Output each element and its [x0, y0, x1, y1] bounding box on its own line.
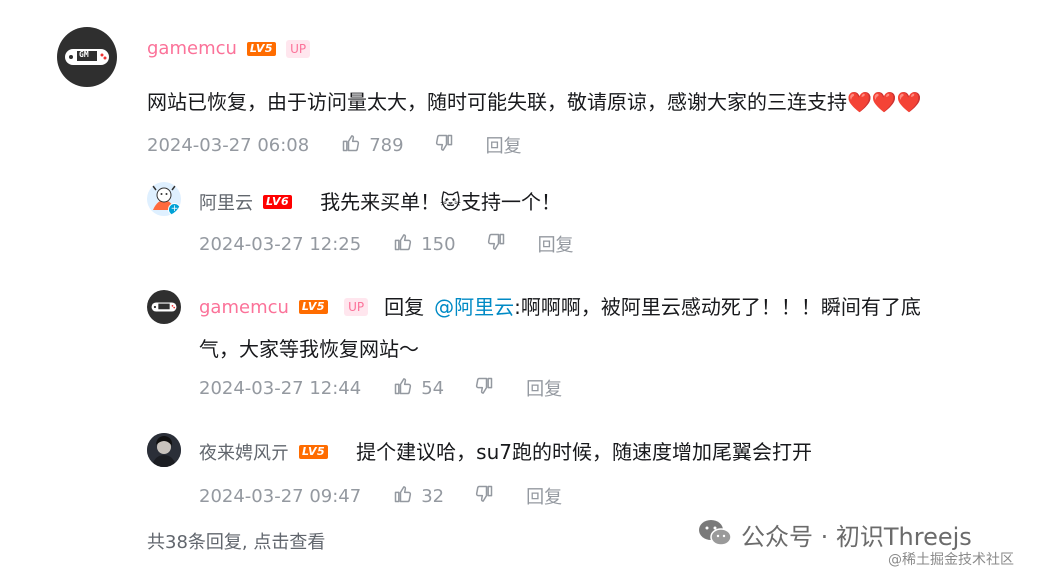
like-count: 150 [421, 233, 456, 255]
reply-meta: 2024-03-27 09:47 32 回复 [199, 483, 562, 509]
reply-meta: 2024-03-27 12:44 54 回复 [199, 375, 562, 401]
like-count: 54 [421, 377, 445, 399]
gamepad-icon [151, 302, 177, 312]
level-badge: LV6 [263, 195, 293, 209]
like-count: 789 [369, 134, 404, 156]
reply-text: 我先来买单！🐱支持一个！ [320, 190, 562, 214]
reply-button[interactable]: 回复 [538, 231, 574, 257]
avatar[interactable]: GM [57, 27, 117, 87]
level-badge: LV5 [246, 41, 277, 56]
reply-text-line2: 气，大家等我恢复网站～ [199, 337, 419, 361]
reply-header: 夜来娉风亓 LV5 提个建议哈，su7跑的时候，随速度增加尾翼会打开 [199, 438, 812, 466]
username[interactable]: gamemcu [199, 297, 289, 318]
up-badge: UP [344, 298, 369, 316]
dislike-icon[interactable] [434, 133, 454, 157]
reply-text: 提个建议哈，su7跑的时候，随速度增加尾翼会打开 [356, 440, 812, 464]
portrait-avatar-icon [147, 433, 181, 467]
comment-time: 2024-03-27 09:47 [199, 485, 362, 507]
comment-time: 2024-03-27 12:44 [199, 377, 362, 399]
reply-text-line1: :啊啊啊，被阿里云感动死了！！！瞬间有了底 [514, 295, 921, 319]
dislike-icon[interactable] [486, 232, 506, 256]
comment-time: 2024-03-27 12:25 [199, 233, 362, 255]
main-comment-header: gamemcu LV5 UP [147, 38, 311, 59]
mention-link[interactable]: @阿里云 [434, 293, 514, 321]
up-badge: UP [286, 39, 311, 58]
watermark: 公众号 · 初识Threejs [697, 517, 972, 552]
reply-button[interactable]: 回复 [486, 132, 522, 158]
reply-button[interactable]: 回复 [526, 375, 562, 401]
username[interactable]: 阿里云 [199, 189, 253, 215]
dislike-icon[interactable] [474, 376, 494, 400]
watermark-source: @稀土掘金技术社区 [888, 552, 1014, 568]
dislike-icon[interactable] [474, 484, 494, 508]
comment-text: 网站已恢复，由于访问量太大，随时可能失联，敬请原谅，感谢大家的三连支持❤️❤️❤… [147, 90, 922, 114]
wechat-icon [697, 518, 733, 552]
reply-button[interactable]: 回复 [526, 483, 562, 509]
reply-meta: 2024-03-27 12:25 150 回复 [199, 231, 574, 257]
level-badge: LV5 [298, 300, 329, 314]
reply-header: gamemcu LV5 UP 回复 @阿里云 :啊啊啊，被阿里云感动死了！！！瞬… [199, 293, 921, 321]
comment-meta: 2024-03-27 06:08 789 回复 [147, 132, 522, 158]
watermark-text: 公众号 · 初识Threejs [741, 523, 972, 551]
like-count: 32 [421, 485, 445, 507]
username[interactable]: 夜来娉风亓 [199, 439, 289, 465]
avatar[interactable]: + [147, 182, 181, 216]
avatar-label: GM [79, 50, 89, 59]
reply-prefix: 回复 [384, 295, 425, 319]
like-icon[interactable] [393, 376, 413, 400]
level-badge: LV5 [299, 445, 329, 459]
reply-header: 阿里云 LV6 我先来买单！🐱支持一个！ [199, 188, 561, 216]
like-icon[interactable] [393, 484, 413, 508]
avatar[interactable] [147, 290, 181, 324]
username[interactable]: gamemcu [147, 38, 237, 59]
comment-time: 2024-03-27 06:08 [147, 134, 310, 156]
avatar[interactable] [147, 433, 181, 467]
like-icon[interactable] [393, 232, 413, 256]
view-all-replies-link[interactable]: 共38条回复, 点击查看 [147, 528, 325, 554]
verified-icon: + [168, 203, 181, 216]
like-icon[interactable] [341, 133, 361, 157]
